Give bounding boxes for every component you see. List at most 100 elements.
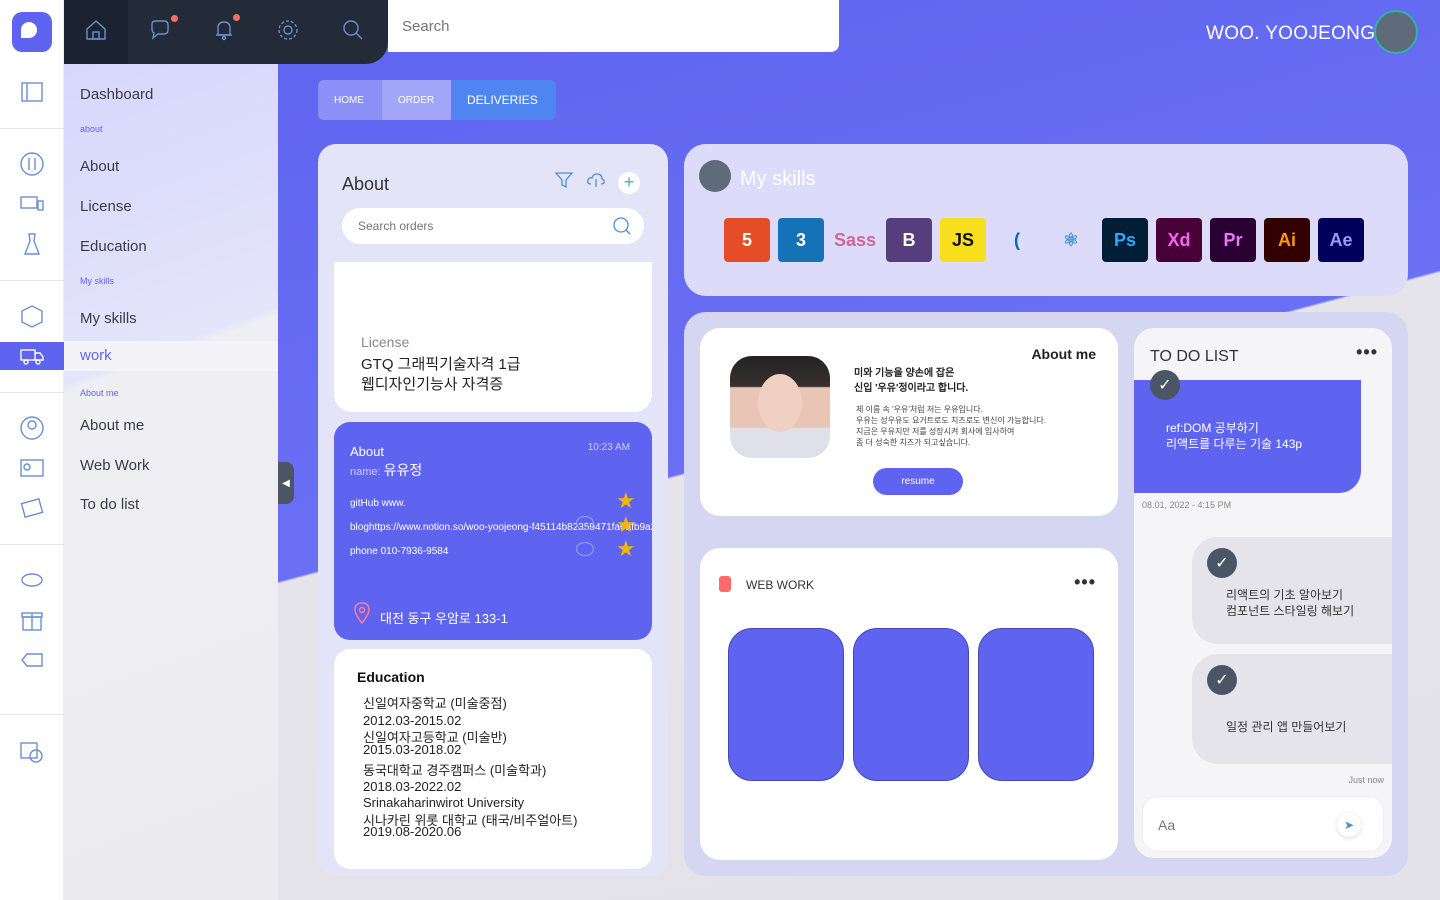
react-icon[interactable]: ⚛ bbox=[1048, 218, 1094, 262]
rail-divider bbox=[0, 544, 64, 545]
info-address: 대전 동구 우암로 133-1 bbox=[380, 611, 508, 626]
money-icon[interactable] bbox=[18, 494, 46, 522]
user-name[interactable]: WOO. YOOJEONG bbox=[1206, 23, 1375, 45]
info-name-row: name: 유유정 bbox=[350, 460, 422, 480]
name-value: 유유정 bbox=[383, 462, 423, 478]
xd-icon[interactable]: Xd bbox=[1156, 218, 1202, 262]
todo-item[interactable]: ✓ ref:DOM 공부하기 리액트를 다루는 기술 143p bbox=[1134, 370, 1361, 493]
about-me-headline: 신입 '우유'정이라고 합니다. bbox=[854, 383, 969, 394]
cloud-upload-icon[interactable] bbox=[586, 170, 606, 195]
premiere-icon[interactable]: Pr bbox=[1210, 218, 1256, 262]
info-blog[interactable]: bloghttps://www.notion.so/woo-yoojeong-f… bbox=[350, 522, 652, 533]
id-card-icon[interactable] bbox=[18, 454, 46, 482]
about-me-text: 좀 더 성숙한 치즈가 되고싶습니다. bbox=[856, 438, 971, 447]
sass-icon[interactable]: Sass bbox=[832, 218, 878, 262]
after-effects-icon[interactable]: Ae bbox=[1318, 218, 1364, 262]
education-line: 2018.03-2022.02 bbox=[363, 779, 462, 794]
education-card: Education 신일여자중학교 (미술중점) 2012.03-2015.02… bbox=[334, 649, 652, 869]
add-icon[interactable]: + bbox=[618, 171, 640, 194]
about-me-text: 우유는 성우유도 요거트로도 치즈로도 변신이 가능합니다. bbox=[856, 416, 1046, 425]
tab-deliveries[interactable]: DELIVERIES bbox=[451, 80, 556, 120]
jquery-icon[interactable]: ( bbox=[994, 218, 1040, 262]
tab-order[interactable]: ORDER bbox=[382, 80, 451, 120]
nav-web-work[interactable]: Web Work bbox=[80, 457, 149, 474]
education-title: Education bbox=[357, 669, 425, 685]
nav-group-skills: My skills bbox=[80, 276, 114, 286]
skills-panel: My skills 5 3 Sass B JS(⚛ Ps Xd Pr Ai Ae bbox=[684, 144, 1408, 296]
top-toolbar bbox=[64, 0, 388, 64]
location-pin-icon bbox=[354, 602, 370, 625]
todo-input[interactable] bbox=[1143, 797, 1333, 853]
nav-education[interactable]: Education bbox=[80, 238, 147, 255]
info-phone: phone 010-7936-9584 bbox=[350, 546, 449, 557]
todo-item[interactable]: ✓ 리액트의 기초 알아보기 컴포넌트 스타일링 해보기 bbox=[1192, 537, 1392, 644]
photoshop-icon[interactable]: Ps bbox=[1102, 218, 1148, 262]
nav-license[interactable]: License bbox=[80, 198, 132, 215]
info-title: About bbox=[350, 444, 384, 459]
send-icon[interactable]: ➤ bbox=[1337, 813, 1361, 837]
nav-about-me[interactable]: About me bbox=[80, 417, 144, 434]
css3-icon[interactable]: 3 bbox=[778, 218, 824, 262]
chat-icon[interactable] bbox=[148, 18, 176, 46]
more-options-icon[interactable]: ••• bbox=[1356, 342, 1378, 363]
bell-icon[interactable] bbox=[212, 18, 240, 46]
education-line: 동국대학교 경주캠퍼스 (미술학과) bbox=[363, 763, 547, 778]
education-line: 2019.08-2020.06 bbox=[363, 824, 462, 839]
rail-divider bbox=[0, 128, 64, 129]
more-options-icon[interactable]: ••• bbox=[1074, 572, 1096, 593]
food-icon[interactable] bbox=[18, 150, 46, 178]
nav-about[interactable]: About bbox=[80, 158, 119, 175]
web-work-item[interactable] bbox=[728, 628, 844, 781]
calendar-clock-icon[interactable] bbox=[18, 738, 46, 766]
filter-icon[interactable] bbox=[554, 170, 574, 195]
tab-home[interactable]: HOME bbox=[318, 80, 382, 120]
rail-divider bbox=[0, 280, 64, 281]
ticket-icon[interactable] bbox=[18, 646, 46, 674]
nav-dashboard[interactable]: Dashboard bbox=[80, 86, 153, 103]
javascript-icon[interactable]: JS bbox=[940, 218, 986, 262]
about-panel-title: About bbox=[342, 174, 390, 194]
illustrator-icon[interactable]: Ai bbox=[1264, 218, 1310, 262]
icon-rail bbox=[0, 0, 64, 900]
phone-icon bbox=[719, 576, 731, 592]
web-work-item[interactable] bbox=[853, 628, 969, 781]
web-work-title: WEB WORK bbox=[746, 578, 814, 592]
book-icon[interactable] bbox=[18, 78, 46, 106]
search-input[interactable] bbox=[388, 0, 839, 52]
check-icon[interactable]: ✓ bbox=[1207, 548, 1237, 578]
nav-work[interactable]: work bbox=[64, 341, 278, 371]
todo-item[interactable]: ✓ 일정 관리 앱 만들어보기 bbox=[1192, 654, 1392, 764]
check-icon[interactable]: ✓ bbox=[1207, 665, 1237, 695]
avatar[interactable] bbox=[1374, 10, 1418, 54]
nav-my-skills[interactable]: My skills bbox=[80, 310, 137, 327]
chat-icon[interactable] bbox=[576, 516, 594, 530]
resume-button[interactable]: resume bbox=[873, 468, 963, 495]
web-work-item[interactable] bbox=[978, 628, 1094, 781]
collapse-sidebar-button[interactable]: ◀ bbox=[278, 462, 294, 504]
dress-icon[interactable] bbox=[18, 230, 46, 258]
chat-icon[interactable] bbox=[576, 542, 594, 556]
search-icon[interactable] bbox=[341, 18, 369, 46]
todo-text: 리액트의 기초 알아보기 bbox=[1226, 588, 1344, 602]
user-icon[interactable] bbox=[18, 414, 46, 442]
bootstrap-icon[interactable]: B bbox=[886, 218, 932, 262]
chat-notification-dot bbox=[171, 15, 178, 22]
info-github[interactable]: gitHub www. bbox=[350, 498, 406, 509]
gift-icon[interactable] bbox=[18, 606, 46, 634]
gear-icon[interactable] bbox=[276, 18, 304, 46]
check-icon[interactable]: ✓ bbox=[1150, 370, 1180, 400]
search-icon[interactable] bbox=[612, 216, 632, 236]
box-icon[interactable] bbox=[18, 302, 46, 330]
devices-icon[interactable] bbox=[18, 190, 46, 218]
coupon-icon[interactable] bbox=[18, 566, 46, 594]
todo-text: 일정 관리 앱 만들어보기 bbox=[1226, 720, 1347, 734]
star-icon[interactable]: ★ bbox=[616, 488, 636, 514]
app-logo-icon[interactable] bbox=[12, 12, 52, 52]
nav-todo[interactable]: To do list bbox=[80, 496, 139, 513]
rail-item-work-active[interactable] bbox=[0, 342, 64, 370]
orders-search-input[interactable] bbox=[342, 208, 602, 244]
star-icon[interactable]: ★ bbox=[616, 536, 636, 562]
star-icon[interactable]: ★ bbox=[616, 512, 636, 538]
html5-icon[interactable]: 5 bbox=[724, 218, 770, 262]
home-button[interactable] bbox=[64, 0, 128, 64]
